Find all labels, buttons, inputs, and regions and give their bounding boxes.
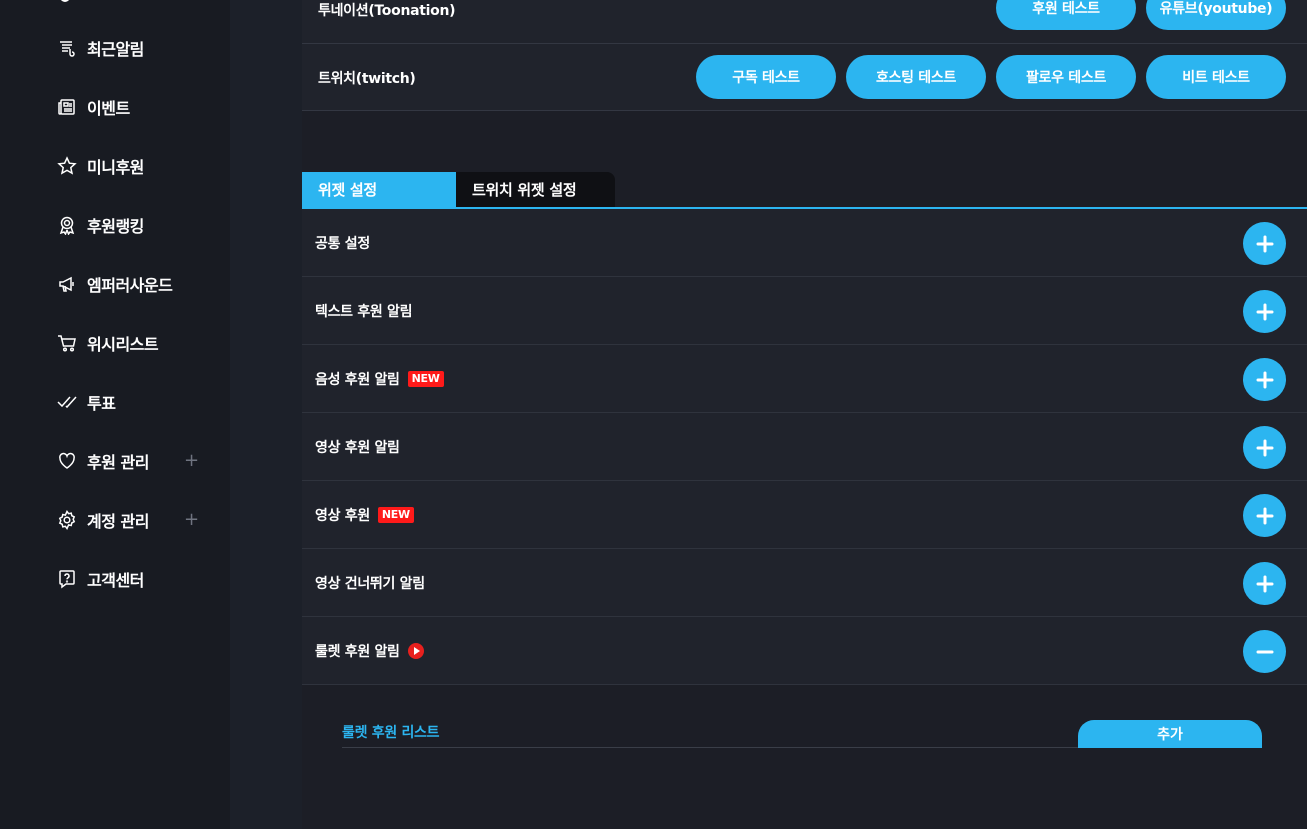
expand-plus-button[interactable] <box>1243 358 1286 401</box>
accordion-label: 공통 설정 <box>315 236 370 252</box>
accordion-video-donation[interactable]: 영상 후원 NEW <box>302 481 1307 549</box>
twitch-test-row: 트위치(twitch) 구독 테스트 호스팅 테스트 팔로우 테스트 비트 테스… <box>302 44 1307 111</box>
plus-icon <box>1256 439 1273 456</box>
sidebar-item-label: 이벤트 <box>87 99 130 118</box>
add-button[interactable]: 추가 <box>1078 720 1262 748</box>
accordion-label: 텍스트 후원 알림 <box>315 304 413 320</box>
expand-plus-icon[interactable]: + <box>184 510 199 530</box>
plus-icon <box>1256 235 1273 252</box>
newspaper-icon <box>56 96 78 118</box>
accordion-text-donation-alert[interactable]: 텍스트 후원 알림 <box>302 277 1307 345</box>
collapse-minus-button[interactable] <box>1243 630 1286 673</box>
accordion-label: 영상 후원 알림 <box>315 440 400 456</box>
sidebar-item-label: 고객센터 <box>87 571 144 590</box>
twitch-label: 트위치(twitch) <box>318 71 416 87</box>
tab-twitch-widget-settings[interactable]: 트위치 위젯 설정 <box>456 172 615 207</box>
sidebar-item-label: 계정 관리 <box>87 512 149 531</box>
new-badge: NEW <box>407 371 444 387</box>
roulette-list-title: 룰렛 후원 리스트 <box>342 725 440 741</box>
tab-widget-settings[interactable]: 위젯 설정 <box>302 172 456 207</box>
accordion-label: 음성 후원 알림 NEW <box>315 369 444 389</box>
megaphone-icon <box>56 273 78 295</box>
sidebar: 최근알림 이벤트 미니후원 후원랭킹 엠퍼러사운드 위시리스트 투표 후원 관리… <box>0 0 230 829</box>
new-badge: NEW <box>377 507 414 523</box>
plus-icon <box>1256 507 1273 524</box>
sidebar-item-donation-management[interactable]: 후원 관리 + <box>56 446 206 476</box>
double-check-icon <box>56 391 78 413</box>
plus-icon <box>1256 303 1273 320</box>
sidebar-gutter <box>230 0 302 829</box>
heart-icon <box>56 450 78 472</box>
cart-icon <box>56 332 78 354</box>
toonation-test-row: 투네이션(Toonation) 후원 테스트 유튜브(youtube) <box>302 0 1307 44</box>
accordion-roulette-donation-alert[interactable]: 룰렛 후원 알림 <box>302 617 1307 685</box>
sidebar-item-label: 후원 관리 <box>87 453 149 472</box>
settings-tabs: 위젯 설정 트위치 위젯 설정 <box>302 172 1307 209</box>
sidebar-item-label: 투표 <box>87 394 116 413</box>
notification-list-icon <box>56 37 78 59</box>
accordion-label: 영상 건너뛰기 알림 <box>315 576 425 592</box>
main-content: 투네이션(Toonation) 후원 테스트 유튜브(youtube) 트위치(… <box>302 0 1307 829</box>
accordion-common-settings[interactable]: 공통 설정 <box>302 209 1307 277</box>
toonation-label: 투네이션(Toonation) <box>318 3 456 19</box>
sidebar-item-recent-alerts[interactable]: 최근알림 <box>56 33 206 63</box>
accordion-label: 영상 후원 NEW <box>315 505 414 525</box>
sidebar-item-account-management[interactable]: 계정 관리 + <box>56 505 206 535</box>
gear-icon <box>56 509 78 531</box>
donation-test-button[interactable]: 후원 테스트 <box>996 0 1136 30</box>
sidebar-item-emperor-sound[interactable]: 엠퍼러사운드 <box>56 269 206 299</box>
sidebar-item-customer-center[interactable]: 고객센터 <box>56 564 206 594</box>
plus-icon <box>1256 371 1273 388</box>
subscribe-test-button[interactable]: 구독 테스트 <box>696 55 836 99</box>
play-icon <box>407 643 424 659</box>
sidebar-item-label: 후원랭킹 <box>87 217 144 236</box>
accordion-label: 룰렛 후원 알림 <box>315 641 424 661</box>
expand-plus-button[interactable] <box>1243 494 1286 537</box>
partial-menu-icon <box>60 0 70 2</box>
accordion-video-skip-alert[interactable]: 영상 건너뛰기 알림 <box>302 549 1307 617</box>
sidebar-item-label: 엠퍼러사운드 <box>87 276 173 295</box>
expand-plus-icon[interactable]: + <box>184 451 199 471</box>
plus-icon <box>1256 575 1273 592</box>
star-icon <box>56 155 78 177</box>
award-ribbon-icon <box>56 214 78 236</box>
sidebar-item-vote[interactable]: 투표 <box>56 387 206 417</box>
sidebar-item-label: 위시리스트 <box>87 335 159 354</box>
sidebar-item-donation-ranking[interactable]: 후원랭킹 <box>56 210 206 240</box>
hosting-test-button[interactable]: 호스팅 테스트 <box>846 55 986 99</box>
help-bubble-icon <box>56 568 78 590</box>
roulette-panel: 룰렛 후원 리스트 추가 <box>302 685 1307 829</box>
accordion-video-donation-alert[interactable]: 영상 후원 알림 <box>302 413 1307 481</box>
sidebar-item-label: 최근알림 <box>87 40 144 59</box>
sidebar-item-wishlist[interactable]: 위시리스트 <box>56 328 206 358</box>
sidebar-item-mini-donation[interactable]: 미니후원 <box>56 151 206 181</box>
sidebar-item-label: 미니후원 <box>87 158 144 177</box>
youtube-test-button[interactable]: 유튜브(youtube) <box>1146 0 1286 30</box>
accordion-voice-donation-alert[interactable]: 음성 후원 알림 NEW <box>302 345 1307 413</box>
expand-plus-button[interactable] <box>1243 562 1286 605</box>
expand-plus-button[interactable] <box>1243 426 1286 469</box>
follow-test-button[interactable]: 팔로우 테스트 <box>996 55 1136 99</box>
sidebar-item-events[interactable]: 이벤트 <box>56 92 206 122</box>
minus-icon <box>1256 650 1273 653</box>
expand-plus-button[interactable] <box>1243 290 1286 333</box>
bits-test-button[interactable]: 비트 테스트 <box>1146 55 1286 99</box>
expand-plus-button[interactable] <box>1243 222 1286 265</box>
